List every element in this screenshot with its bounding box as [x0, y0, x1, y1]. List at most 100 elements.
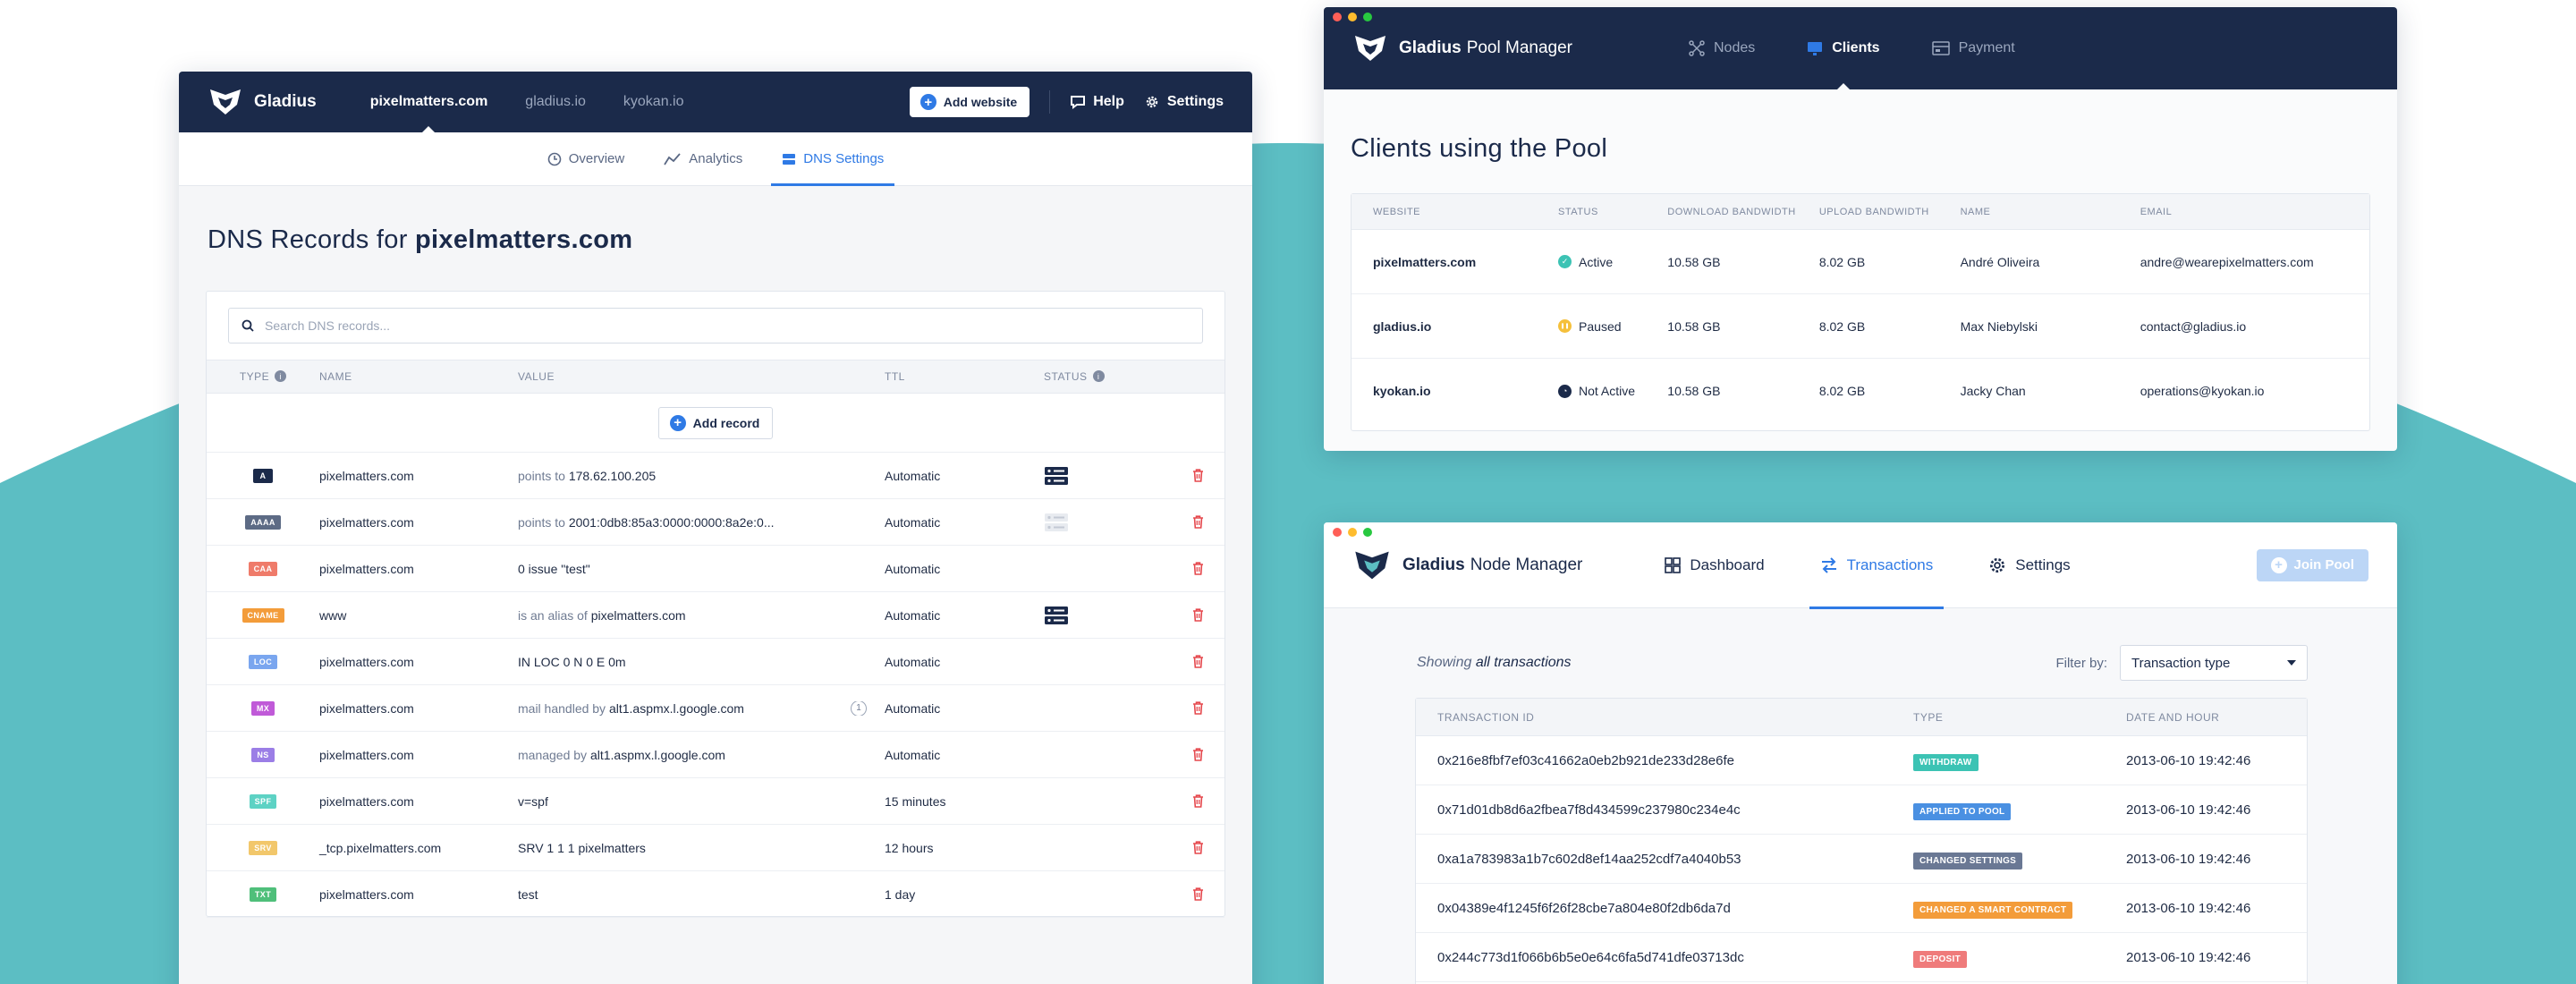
page-title: Clients using the Pool — [1351, 134, 1608, 163]
select-value: Transaction type — [2131, 655, 2231, 671]
site-tab-kyokan[interactable]: kyokan.io — [623, 72, 684, 132]
brand-name: Gladius — [1399, 38, 1462, 57]
record-ttl: Automatic — [885, 561, 941, 576]
server-status-inactive-icon[interactable] — [1044, 513, 1069, 532]
type-cell: CHANGED SETTINGS — [1913, 852, 2126, 869]
close-window-button[interactable] — [1333, 528, 1342, 537]
table-row[interactable]: AAAA pixelmatters.com points to 2001:0db8:… — [207, 499, 1224, 546]
table-row[interactable]: 0x244c773d1f066b6b5e0e64c6fa5d741dfe0371… — [1416, 933, 2307, 982]
nav-dashboard[interactable]: Dashboard — [1654, 522, 1775, 608]
nav-clients[interactable]: Clients — [1807, 7, 1880, 89]
maximize-window-button[interactable] — [1363, 528, 1372, 537]
delete-record-button[interactable] — [1171, 562, 1224, 575]
type-cell: SPF — [207, 793, 319, 809]
nav-settings[interactable]: Settings — [1978, 522, 2080, 608]
help-link[interactable]: Help — [1070, 94, 1124, 110]
tab-dns-settings[interactable]: DNS Settings — [771, 132, 895, 186]
tab-dns-settings-label: DNS Settings — [803, 151, 885, 166]
table-row[interactable]: 0x71d01db8d6a2fbea7f8d434599c237980c234e… — [1416, 785, 2307, 835]
email-cell: andre@wearepixelmatters.com — [2140, 254, 2314, 269]
record-type-badge: CNAME — [242, 607, 284, 623]
type-cell: A — [207, 468, 319, 483]
type-cell: TXT — [207, 886, 319, 902]
delete-record-button[interactable] — [1171, 794, 1224, 808]
nodes-icon — [1689, 40, 1705, 56]
search-dns-input[interactable]: Search DNS records... — [228, 308, 1203, 344]
delete-record-button[interactable] — [1171, 841, 1224, 854]
delete-record-button[interactable] — [1171, 887, 1224, 901]
table-row[interactable]: SRV _tcp.pixelmatters.com SRV 1 1 1 pixelm… — [207, 825, 1224, 871]
gladius-logo[interactable]: Gladius Pool Manager — [1352, 33, 1572, 64]
minimize-window-button[interactable] — [1348, 13, 1357, 21]
delete-record-button[interactable] — [1171, 748, 1224, 761]
transaction-date: 2013-06-10 19:42:46 — [2126, 900, 2251, 916]
dashboard-icon — [1665, 556, 1682, 573]
nav-transactions-label: Transactions — [1846, 556, 1934, 573]
download-cell: 10.58 GB — [1667, 254, 1721, 269]
nav-nodes[interactable]: Nodes — [1689, 7, 1755, 89]
delete-record-button[interactable] — [1171, 469, 1224, 482]
record-value: test — [518, 886, 538, 902]
filter-label: Filter by: — [2055, 655, 2107, 671]
table-row[interactable]: 0x04389e4f1245f6f26f28cbe7a804e80f2db6da… — [1416, 884, 2307, 933]
website-switcher: pixelmatters.com gladius.io kyokan.io — [370, 72, 684, 132]
gladius-logo[interactable]: Gladius — [208, 87, 317, 117]
delete-record-button[interactable] — [1171, 655, 1224, 668]
record-value-cell: mail handled by alt1.aspmx.l.google.com 1 — [518, 700, 885, 716]
table-row[interactable]: NS pixelmatters.com managed by alt1.aspmx.… — [207, 732, 1224, 778]
col-status: STATUS — [1558, 206, 1598, 217]
table-row[interactable]: 0x216e8fbf7ef03c41662a0eb2b921de233d28e6… — [1416, 736, 2307, 785]
divider — [1049, 90, 1051, 114]
close-window-button[interactable] — [1333, 13, 1342, 21]
table-row[interactable]: 0xa1a783983a1b7c602d8ef14aa252cdf7a4040b… — [1416, 835, 2307, 884]
transaction-date: 2013-06-10 19:42:46 — [2126, 752, 2251, 768]
tab-analytics[interactable]: Analytics — [653, 132, 753, 185]
col-ttl: TTL — [885, 370, 905, 383]
table-row[interactable]: LOC pixelmatters.com IN LOC 0 N 0 E 0m Auto… — [207, 639, 1224, 685]
col-website: WEBSITE — [1373, 206, 1421, 217]
gear-icon — [1146, 96, 1158, 108]
search-placeholder: Search DNS records... — [265, 318, 391, 333]
record-type-badge: TXT — [249, 886, 277, 902]
search-icon — [242, 319, 254, 332]
server-status-active-icon[interactable] — [1044, 606, 1069, 625]
tab-overview[interactable]: Overview — [537, 132, 636, 185]
table-row[interactable]: pixelmatters.com ✓ Active 10.58 GB 8.02 GB An… — [1352, 230, 2369, 294]
server-status-active-icon[interactable] — [1044, 466, 1069, 486]
record-ttl: Automatic — [885, 468, 941, 483]
site-tab-gladius[interactable]: gladius.io — [525, 72, 586, 132]
table-row[interactable]: MX pixelmatters.com mail handled by alt1.a… — [207, 685, 1224, 732]
site-tab-pixelmatters[interactable]: pixelmatters.com — [370, 72, 488, 132]
delete-record-button[interactable] — [1171, 515, 1224, 529]
dns-settings-window: Gladius pixelmatters.com gladius.io kyok… — [179, 72, 1252, 984]
nav-payment[interactable]: Payment — [1931, 7, 2015, 89]
table-row[interactable]: Apixelmatters.com points to 178.62.100.20… — [207, 453, 1224, 499]
transaction-id: 0xa1a783983a1b7c602d8ef14aa252cdf7a4040b… — [1437, 851, 1741, 867]
info-icon[interactable]: i — [1092, 370, 1105, 382]
table-row[interactable]: SPF pixelmatters.com v=spf 15 minutes — [207, 778, 1224, 825]
upload-cell: 8.02 GB — [1818, 318, 1866, 334]
nav-transactions[interactable]: Transactions — [1809, 522, 1945, 609]
delete-record-button[interactable] — [1171, 608, 1224, 622]
table-row[interactable]: CAA pixelmatters.com 0 issue "test" Automat… — [207, 546, 1224, 592]
add-record-button[interactable]: + Add record — [657, 406, 774, 439]
name-cell: Jacky Chan — [1960, 384, 2026, 398]
table-row[interactable]: CNAME www is an alias of pixelmatters.com A… — [207, 592, 1224, 639]
node-navbar: Gladius Node Manager Dashboard Transacti… — [1324, 522, 2397, 609]
table-row[interactable]: TXT pixelmatters.com test 1 day — [207, 871, 1224, 918]
gladius-logo[interactable]: Gladius Node Manager — [1352, 548, 1582, 582]
table-row[interactable]: gladius.io ❚❚ Paused 10.58 GB 8.02 GB Max Nie… — [1352, 294, 2369, 359]
maximize-window-button[interactable] — [1363, 13, 1372, 21]
showing-summary: Showing all transactions — [1417, 655, 1572, 671]
delete-record-button[interactable] — [1171, 701, 1224, 715]
transaction-type-select[interactable]: Transaction type — [2120, 645, 2308, 681]
minimize-window-button[interactable] — [1348, 528, 1357, 537]
trash-icon — [1192, 655, 1203, 668]
table-row[interactable]: kyokan.io ◔ Not Active 10.58 GB 8.02 GB Jacky… — [1352, 359, 2369, 423]
info-icon[interactable]: i — [275, 370, 287, 382]
add-website-button[interactable]: + Add website — [909, 87, 1030, 117]
join-pool-button[interactable]: + Join Pool — [2256, 548, 2368, 581]
settings-link[interactable]: Settings — [1144, 94, 1224, 110]
col-download: DOWNLOAD BANDWIDTH — [1667, 206, 1796, 217]
type-cell: APPLIED TO POOL — [1913, 802, 2126, 820]
